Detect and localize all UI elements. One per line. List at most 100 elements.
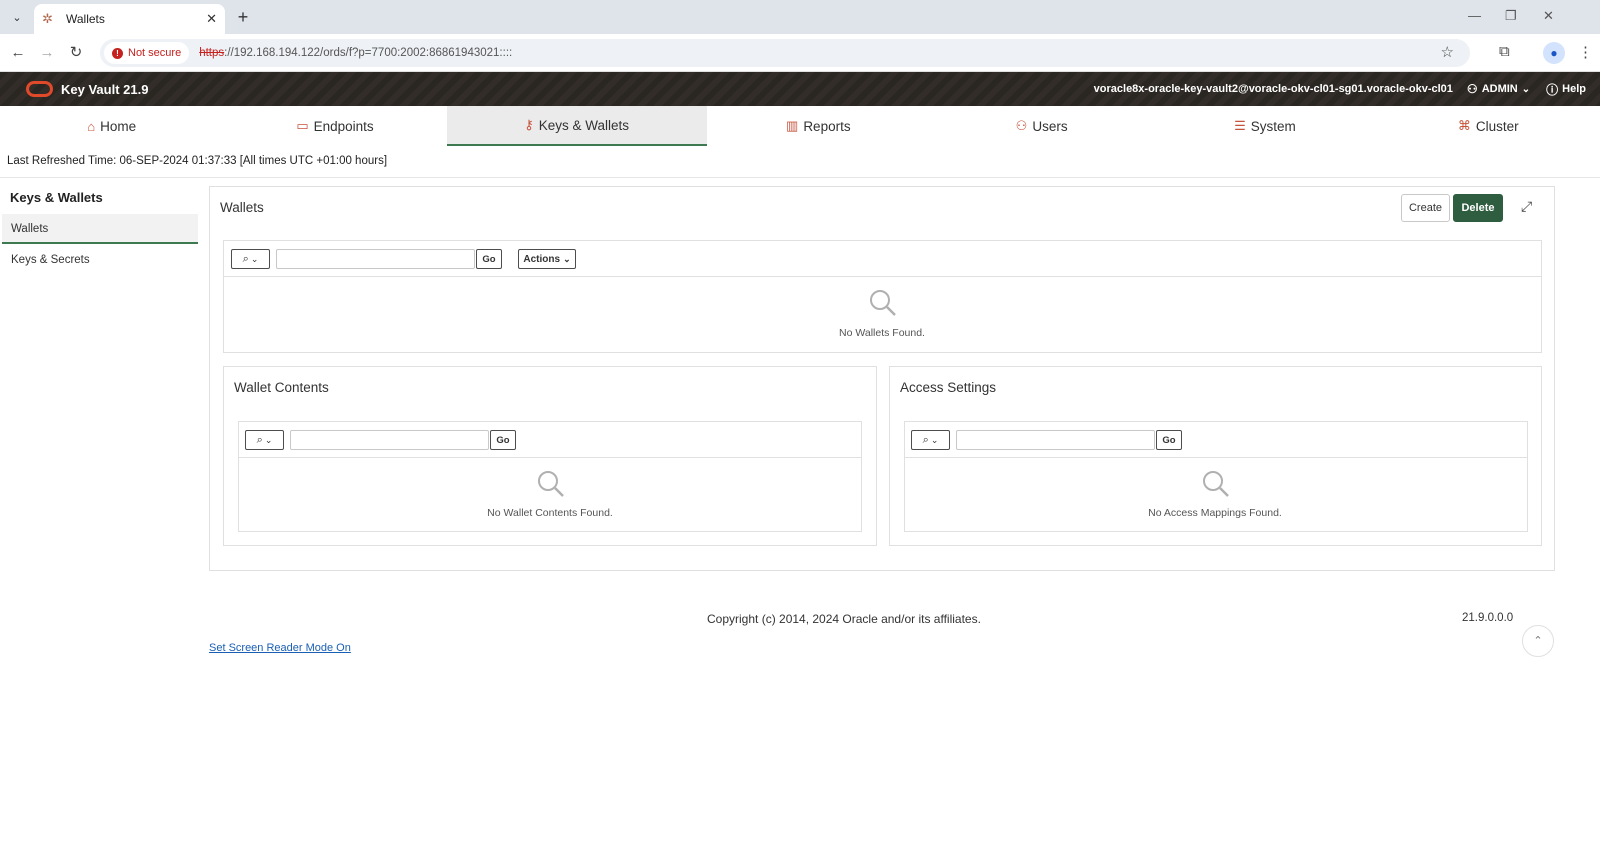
user-icon: ⚇ <box>1466 82 1478 96</box>
chevron-down-icon: ⌄ <box>930 434 939 445</box>
nav-system-label: System <box>1250 118 1296 134</box>
user-menu[interactable]: ⚇ ADMIN ⌄ <box>1467 82 1530 96</box>
access-settings-toolbar: ⌕ ⌄ Go <box>905 422 1527 458</box>
browser-toolbar: ← → ↻ ! Not secure https://192.168.194.1… <box>0 34 1600 72</box>
chevron-down-icon: ⌄ <box>1521 83 1531 95</box>
nav-users[interactable]: ⚇ Users <box>930 106 1153 146</box>
chevron-down-icon: ⌄ <box>563 253 571 264</box>
wallets-report: ⌕ ⌄ Go Actions ⌄ No Wallets Found. <box>223 240 1542 353</box>
delete-button[interactable]: Delete <box>1453 194 1503 222</box>
go-button[interactable]: Go <box>476 249 502 269</box>
actions-label: Actions <box>523 253 561 265</box>
chevron-down-icon: ⌄ <box>264 434 273 445</box>
monitor-icon: ▭ <box>296 118 309 133</box>
nav-reports[interactable]: ▥ Reports <box>707 106 930 146</box>
access-settings-empty-message: No Access Mappings Found. <box>1148 507 1282 519</box>
user-name: ADMIN <box>1481 83 1518 95</box>
actions-menu-button[interactable]: Actions ⌄ <box>518 249 576 269</box>
reload-icon[interactable]: ↻ <box>65 42 87 64</box>
empty-search-icon <box>870 290 896 316</box>
close-tab-icon[interactable]: ✕ <box>206 11 217 27</box>
wallet-contents-report: ⌕ ⌄ Go No Wallet Contents Found. <box>238 421 862 532</box>
browser-tabstrip: ⌄ ✲ Wallets ✕ + — ❐ ✕ <box>0 0 1600 34</box>
expand-icon[interactable]: ⤢ <box>1521 198 1532 215</box>
key-icon: ⚷ <box>524 117 534 132</box>
browser-tab-title: Wallets <box>66 12 105 26</box>
nav-users-label: Users <box>1032 118 1068 134</box>
search-icon: ⌕ <box>256 433 263 446</box>
help-icon: ⓘ <box>1546 82 1559 97</box>
security-label: Not secure <box>128 47 182 59</box>
version-text: 21.9.0.0.0 <box>1462 612 1514 624</box>
nav-endpoints-label: Endpoints <box>313 118 374 134</box>
nav-system[interactable]: ☰ System <box>1153 106 1376 146</box>
nav-keys-wallets-label: Keys & Wallets <box>538 117 630 133</box>
nav-home-label: Home <box>100 118 137 134</box>
scroll-to-top-icon[interactable]: ⌃ <box>1522 625 1554 657</box>
wallets-empty-message: No Wallets Found. <box>839 327 925 339</box>
address-bar[interactable]: ! Not secure https://192.168.194.122/ord… <box>100 39 1470 67</box>
nav-home[interactable]: ⌂ Home <box>0 106 223 146</box>
search-column-selector[interactable]: ⌕ ⌄ <box>911 430 950 450</box>
help-label: Help <box>1562 83 1586 95</box>
sidebar-item-keys-secrets[interactable]: Keys & Secrets <box>2 245 198 275</box>
users-icon: ⚇ <box>1015 118 1028 133</box>
back-arrow-icon[interactable]: ← <box>7 42 29 64</box>
browser-menu-icon[interactable]: ⋮ <box>1578 43 1593 61</box>
warning-icon: ! <box>112 47 123 59</box>
home-icon: ⌂ <box>87 118 96 134</box>
help-link[interactable]: ⓘ Help <box>1546 81 1586 98</box>
url-text[interactable]: https://192.168.194.122/ords/f?p=7700:20… <box>199 47 512 59</box>
security-chip[interactable]: ! Not secure <box>104 42 190 64</box>
profile-avatar-icon[interactable]: ● <box>1543 42 1565 64</box>
nav-keys-wallets[interactable]: ⚷ Keys & Wallets <box>446 106 707 146</box>
url-protocol: https <box>199 47 225 59</box>
search-column-selector[interactable]: ⌕ ⌄ <box>231 249 270 269</box>
access-settings-title: Access Settings <box>900 380 997 395</box>
extensions-icon[interactable]: ⧉ <box>1499 43 1510 60</box>
wallet-contents-empty-message: No Wallet Contents Found. <box>487 507 613 519</box>
oracle-logo-icon[interactable] <box>26 81 53 97</box>
search-column-selector[interactable]: ⌕ ⌄ <box>245 430 284 450</box>
system-icon: ☰ <box>1234 118 1246 133</box>
sidebar-title: Keys & Wallets <box>10 190 103 205</box>
wallet-contents-search-input[interactable] <box>290 430 489 450</box>
cluster-icon: ⌘ <box>1457 118 1471 133</box>
copyright-text: Copyright (c) 2014, 2024 Oracle and/or i… <box>707 612 981 626</box>
search-icon: ⌕ <box>242 252 249 265</box>
sidebar-item-wallets[interactable]: Wallets <box>2 214 198 244</box>
bookmark-star-icon[interactable]: ☆ <box>1441 43 1454 61</box>
browser-tab-wallets[interactable]: ✲ Wallets ✕ <box>34 4 225 34</box>
access-settings-region: Access Settings ⌕ ⌄ Go No Access Mappings… <box>889 366 1542 546</box>
bar-chart-icon: ▥ <box>786 118 799 133</box>
tab-search-dropdown-icon[interactable]: ⌄ <box>6 6 28 28</box>
wallets-report-toolbar: ⌕ ⌄ Go Actions ⌄ <box>224 241 1541 277</box>
divider <box>0 177 1600 178</box>
empty-search-icon <box>538 471 564 497</box>
main-nav: ⌂ Home ▭ Endpoints ⚷ Keys & Wallets ▥ Re… <box>0 106 1600 146</box>
close-window-icon[interactable]: ✕ <box>1543 8 1554 24</box>
wallet-contents-region: Wallet Contents ⌕ ⌄ Go No Wallet Contents… <box>223 366 877 546</box>
new-tab-button[interactable]: + <box>232 6 254 28</box>
app-title[interactable]: Key Vault 21.9 <box>61 82 148 97</box>
nav-cluster[interactable]: ⌘ Cluster <box>1377 106 1600 146</box>
screen-reader-mode-link[interactable]: Set Screen Reader Mode On <box>209 642 351 654</box>
nav-endpoints[interactable]: ▭ Endpoints <box>223 106 446 146</box>
go-button[interactable]: Go <box>1156 430 1182 450</box>
access-settings-search-input[interactable] <box>956 430 1155 450</box>
wallet-contents-toolbar: ⌕ ⌄ Go <box>239 422 861 458</box>
wallets-search-input[interactable] <box>276 249 475 269</box>
nav-reports-label: Reports <box>803 118 851 134</box>
restore-window-icon[interactable]: ❐ <box>1505 8 1517 24</box>
forward-arrow-icon[interactable]: → <box>36 42 58 64</box>
minimize-window-icon[interactable]: — <box>1468 8 1481 23</box>
go-button[interactable]: Go <box>490 430 516 450</box>
app-header: Key Vault 21.9 voracle8x-oracle-key-vaul… <box>0 72 1600 106</box>
empty-search-icon <box>1203 471 1229 497</box>
chevron-down-icon: ⌄ <box>250 253 259 264</box>
hostname-label: voracle8x-oracle-key-vault2@voracle-okv-… <box>1093 83 1453 95</box>
nav-cluster-label: Cluster <box>1475 118 1519 134</box>
create-button[interactable]: Create <box>1401 194 1450 222</box>
wallets-title: Wallets <box>220 200 264 215</box>
last-refreshed-text: Last Refreshed Time: 06-SEP-2024 01:37:3… <box>7 155 388 167</box>
